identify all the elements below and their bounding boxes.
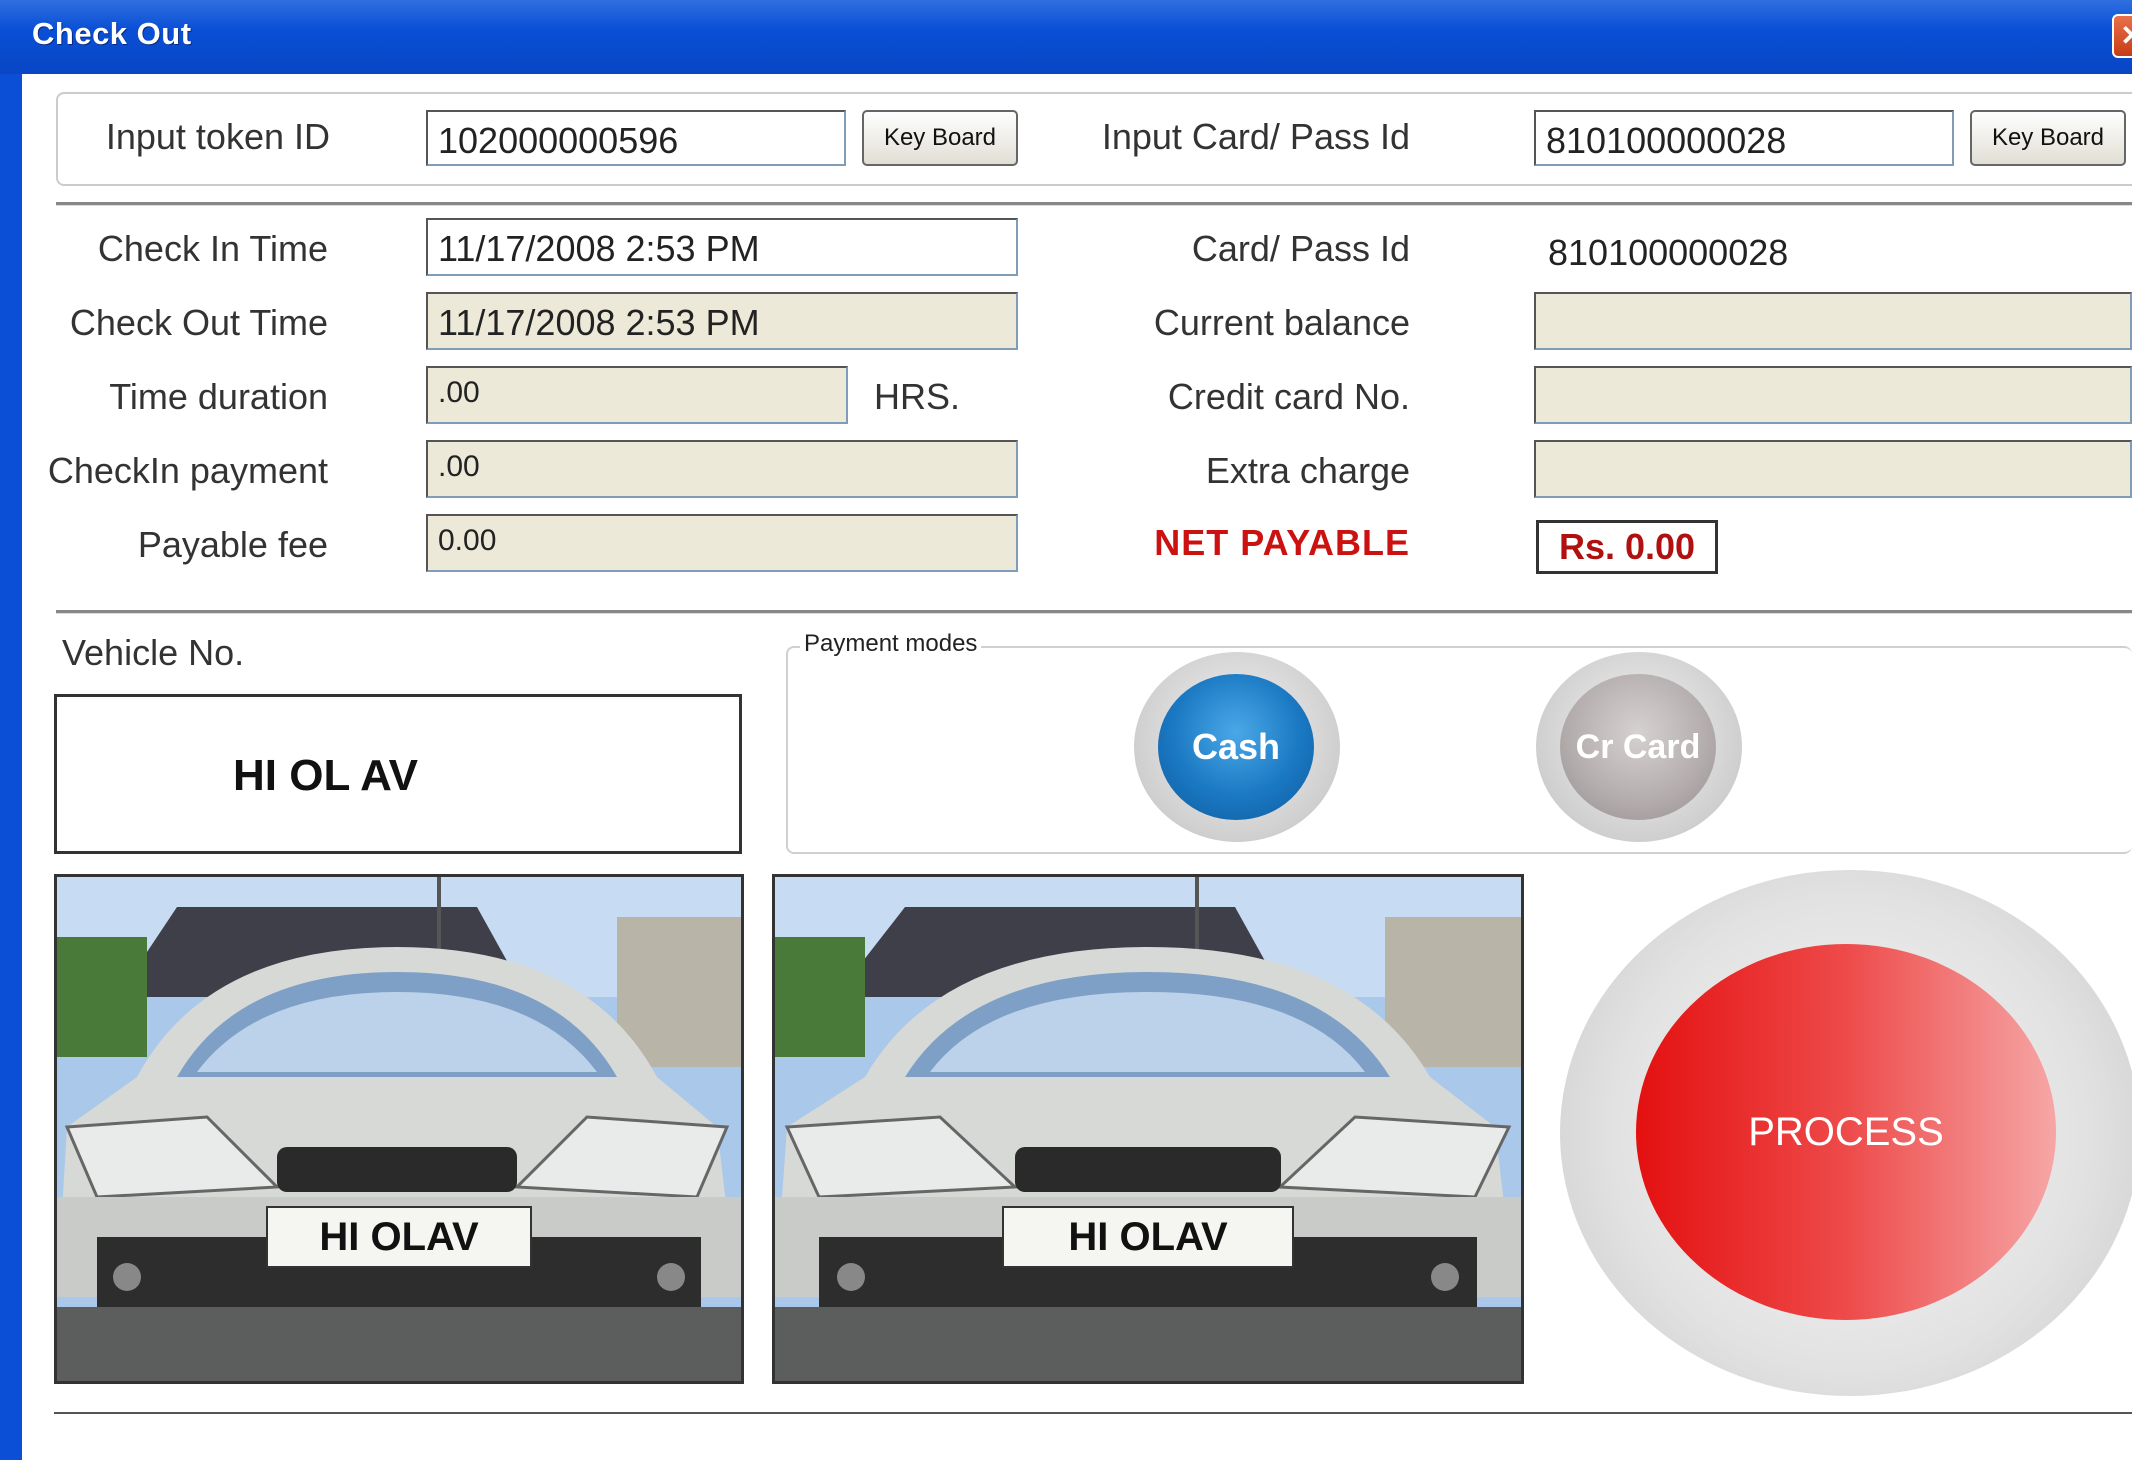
divider xyxy=(56,610,2132,614)
checkin-payment-label: CheckIn payment xyxy=(47,450,328,491)
checkin-time-field[interactable]: 11/17/2008 2:53 PM xyxy=(426,218,1018,276)
net-payable-label: NET PAYABLE xyxy=(1154,522,1410,563)
checkout-time-field: 11/17/2008 2:53 PM xyxy=(426,292,1018,350)
vehicle-photo-entry: HI OLAV xyxy=(54,874,744,1384)
car-image: HI OLAV xyxy=(57,877,741,1381)
checkin-time-label: Check In Time xyxy=(97,228,328,269)
card-button[interactable]: Cr Card xyxy=(1560,674,1716,820)
car-image: HI OLAV xyxy=(775,877,1521,1381)
keyboard-button-2[interactable]: Key Board xyxy=(1970,110,2126,166)
vehicle-number-box: HI OL AV xyxy=(54,694,742,854)
plate-text: HI OLAV xyxy=(1068,1215,1228,1259)
process-label: PROCESS xyxy=(1748,1109,1944,1154)
close-button[interactable]: ✕ xyxy=(2112,14,2132,58)
process-button[interactable]: PROCESS xyxy=(1636,944,2056,1320)
current-balance-label: Current balance xyxy=(1153,302,1410,343)
token-label: Input token ID xyxy=(105,116,330,157)
payment-modes-title: Payment modes xyxy=(800,630,982,658)
extra-charge-field xyxy=(1534,440,2132,498)
checkout-time-label: Check Out Time xyxy=(69,302,328,343)
window-title: Check Out xyxy=(32,16,192,51)
payable-fee-label: Payable fee xyxy=(137,524,328,565)
vehicle-number: HI OL AV xyxy=(233,751,418,800)
card-label: Input Card/ Pass Id xyxy=(1101,116,1410,157)
payment-modes-group xyxy=(786,646,2132,854)
card-pass-value: 810100000028 xyxy=(1548,232,1789,273)
vehicle-label: Vehicle No. xyxy=(62,632,245,673)
duration-label: Time duration xyxy=(109,376,328,417)
net-payable-value: Rs. 0.00 xyxy=(1536,520,1718,574)
checkin-payment-field: .00 xyxy=(426,440,1018,498)
title-bar: Check Out xyxy=(0,0,2132,74)
card-button-label: Cr Card xyxy=(1575,727,1701,766)
card-input[interactable]: 810100000028 xyxy=(1534,110,1954,166)
cash-label: Cash xyxy=(1191,726,1281,767)
current-balance-field xyxy=(1534,292,2132,350)
close-icon: ✕ xyxy=(2120,20,2132,51)
extra-charge-label: Extra charge xyxy=(1205,450,1410,491)
card-pass-label: Card/ Pass Id xyxy=(1191,228,1410,269)
token-input[interactable]: 102000000596 xyxy=(426,110,846,166)
duration-unit: HRS. xyxy=(874,376,961,417)
keyboard-button[interactable]: Key Board xyxy=(862,110,1018,166)
window-border xyxy=(0,74,22,1460)
divider xyxy=(54,1412,2132,1414)
duration-field: .00 xyxy=(426,366,848,424)
credit-card-field xyxy=(1534,366,2132,424)
plate-text: HI OLAV xyxy=(319,1215,479,1259)
vehicle-photo-exit: HI OLAV xyxy=(772,874,1524,1384)
payable-fee-field: 0.00 xyxy=(426,514,1018,572)
divider xyxy=(56,202,2132,206)
cash-button[interactable]: Cash xyxy=(1158,674,1314,820)
credit-card-label: Credit card No. xyxy=(1167,376,1410,417)
